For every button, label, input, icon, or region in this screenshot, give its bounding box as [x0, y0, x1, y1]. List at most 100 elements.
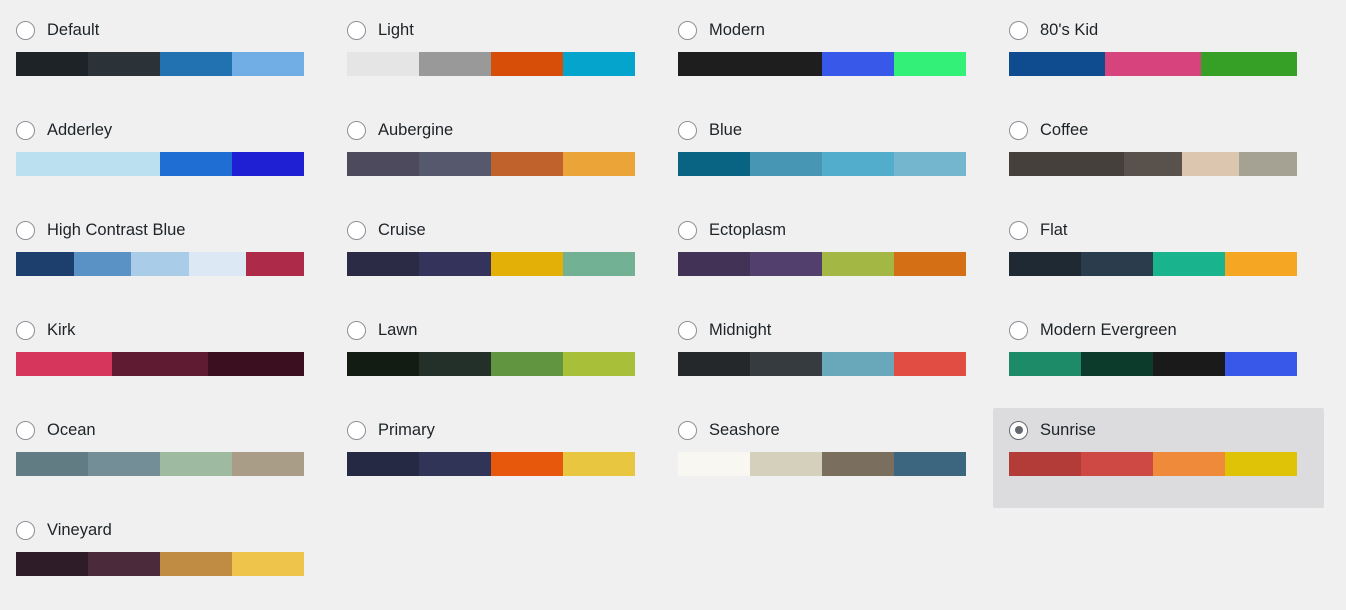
color-scheme-option[interactable]: Lawn	[331, 308, 662, 408]
color-swatch	[563, 452, 635, 476]
radio-button-icon[interactable]	[1009, 20, 1028, 40]
radio-button-icon[interactable]	[347, 420, 366, 440]
color-swatch	[160, 152, 232, 176]
color-scheme-option[interactable]: Vineyard	[0, 508, 331, 608]
color-palette-preview	[1009, 452, 1297, 476]
radio-button-icon[interactable]	[16, 120, 35, 140]
color-scheme-option[interactable]: Sunrise	[993, 408, 1324, 508]
radio-button-icon[interactable]	[1009, 120, 1028, 140]
color-scheme-label: Kirk	[47, 320, 76, 339]
color-palette-preview	[347, 352, 635, 376]
color-swatch	[1105, 52, 1201, 76]
radio-button-icon[interactable]	[678, 320, 697, 340]
color-scheme-header: Adderley	[16, 118, 317, 142]
color-swatch	[1009, 352, 1081, 376]
color-scheme-option[interactable]: Modern Evergreen	[993, 308, 1324, 408]
color-scheme-label: Adderley	[47, 120, 113, 139]
color-swatch	[1225, 452, 1297, 476]
color-scheme-label: High Contrast Blue	[47, 220, 186, 239]
color-scheme-option[interactable]: Midnight	[662, 308, 993, 408]
color-scheme-label: 80's Kid	[1040, 20, 1099, 39]
color-swatch	[1009, 252, 1081, 276]
color-swatch	[16, 352, 112, 376]
color-scheme-option[interactable]: Default	[0, 8, 331, 108]
radio-button-icon[interactable]	[347, 120, 366, 140]
radio-button-icon[interactable]	[1009, 320, 1028, 340]
color-scheme-header: Blue	[678, 118, 979, 142]
radio-button-icon[interactable]	[347, 220, 366, 240]
color-scheme-option[interactable]: Adderley	[0, 108, 331, 208]
color-swatch	[678, 452, 750, 476]
radio-button-icon[interactable]	[347, 20, 366, 40]
color-swatch	[160, 552, 232, 576]
color-swatch	[750, 452, 822, 476]
color-swatch	[822, 152, 894, 176]
color-scheme-option[interactable]: Kirk	[0, 308, 331, 408]
color-scheme-option[interactable]: 80's Kid	[993, 8, 1324, 108]
color-swatch	[73, 252, 132, 276]
color-swatch	[347, 452, 419, 476]
color-swatch	[112, 352, 208, 376]
color-swatch	[1153, 252, 1225, 276]
color-scheme-header: Flat	[1009, 218, 1310, 242]
color-swatch	[1181, 152, 1240, 176]
color-swatch	[131, 252, 189, 276]
color-swatch	[491, 452, 563, 476]
radio-button-icon[interactable]	[16, 20, 35, 40]
color-swatch	[894, 352, 966, 376]
color-swatch	[1225, 352, 1297, 376]
color-swatch	[678, 252, 750, 276]
color-scheme-option[interactable]: Blue	[662, 108, 993, 208]
color-scheme-label: Aubergine	[378, 120, 454, 139]
color-scheme-label: Vineyard	[47, 520, 112, 539]
radio-button-icon[interactable]	[678, 20, 697, 40]
color-scheme-option[interactable]: Aubergine	[331, 108, 662, 208]
color-scheme-option[interactable]: Cruise	[331, 208, 662, 308]
radio-button-icon[interactable]	[16, 520, 35, 540]
color-scheme-header: Vineyard	[16, 518, 317, 542]
color-scheme-option[interactable]: Modern	[662, 8, 993, 108]
color-scheme-option[interactable]: Light	[331, 8, 662, 108]
color-scheme-label: Blue	[709, 120, 743, 139]
color-scheme-label: Ectoplasm	[709, 220, 787, 239]
color-swatch	[491, 252, 563, 276]
color-swatch	[1225, 252, 1297, 276]
color-scheme-header: 80's Kid	[1009, 18, 1310, 42]
color-swatch	[1081, 452, 1153, 476]
color-scheme-label: Light	[378, 20, 414, 39]
radio-button-icon[interactable]	[678, 420, 697, 440]
color-scheme-option[interactable]: Ocean	[0, 408, 331, 508]
radio-button-icon[interactable]	[1009, 220, 1028, 240]
color-scheme-header: Default	[16, 18, 317, 42]
color-scheme-header: Modern Evergreen	[1009, 318, 1310, 342]
color-swatch	[678, 352, 750, 376]
color-swatch	[232, 52, 304, 76]
color-swatch	[16, 252, 74, 276]
color-swatch	[678, 52, 822, 76]
color-palette-preview	[347, 52, 635, 76]
color-swatch	[419, 252, 491, 276]
radio-button-icon[interactable]	[678, 220, 697, 240]
color-scheme-option[interactable]: Flat	[993, 208, 1324, 308]
radio-button-icon[interactable]	[1009, 420, 1028, 440]
color-scheme-option[interactable]: Primary	[331, 408, 662, 508]
radio-button-icon[interactable]	[347, 320, 366, 340]
radio-button-icon[interactable]	[678, 120, 697, 140]
radio-button-icon[interactable]	[16, 320, 35, 340]
color-swatch	[822, 52, 894, 76]
color-scheme-option[interactable]: Seashore	[662, 408, 993, 508]
color-swatch	[232, 552, 304, 576]
color-swatch	[347, 352, 419, 376]
color-scheme-option[interactable]: Coffee	[993, 108, 1324, 208]
color-swatch	[16, 52, 88, 76]
color-scheme-header: Ocean	[16, 418, 317, 442]
color-scheme-option[interactable]: High Contrast Blue	[0, 208, 331, 308]
color-scheme-label: Ocean	[47, 420, 96, 439]
color-swatch	[419, 352, 491, 376]
color-scheme-header: Lawn	[347, 318, 648, 342]
color-scheme-label: Flat	[1040, 220, 1068, 239]
radio-button-icon[interactable]	[16, 220, 35, 240]
radio-button-icon[interactable]	[16, 420, 35, 440]
color-scheme-option[interactable]: Ectoplasm	[662, 208, 993, 308]
color-swatch	[491, 52, 563, 76]
